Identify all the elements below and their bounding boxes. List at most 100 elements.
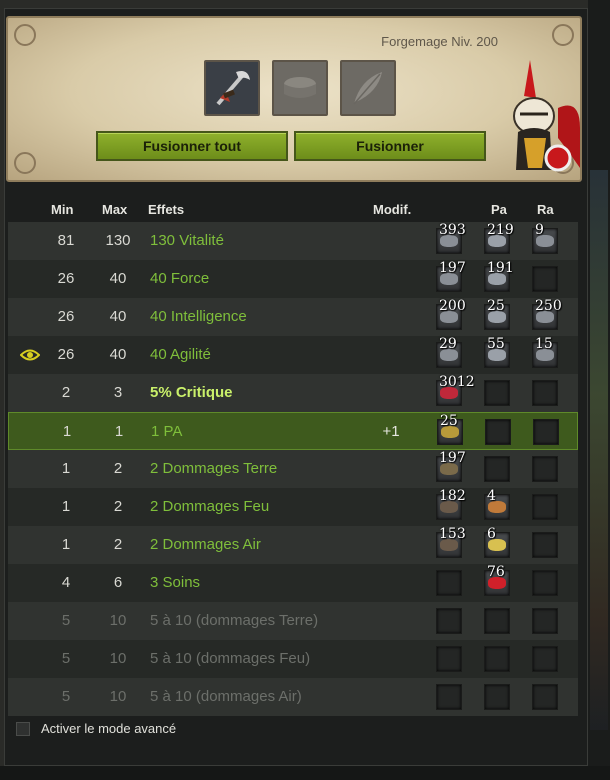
rune-slot-ra[interactable] bbox=[532, 570, 558, 596]
row-effect: 5 à 10 (dommages Feu) bbox=[150, 650, 311, 667]
feather-icon bbox=[353, 72, 382, 105]
table-row[interactable]: 1 1 1 PA +1 25 bbox=[8, 412, 578, 450]
row-effect: 40 Force bbox=[150, 270, 210, 287]
rune-slot-ra[interactable] bbox=[533, 419, 559, 445]
rune-slot-base[interactable]: 29 bbox=[436, 336, 462, 368]
header-modif: Modif. bbox=[373, 202, 412, 217]
rune-slot-pa[interactable] bbox=[485, 419, 511, 445]
row-effect: 2 Dommages Air bbox=[150, 536, 261, 553]
table-row[interactable]: 26 40 40 Force 197 191 bbox=[8, 260, 578, 298]
rune-slot-base[interactable]: 3012 bbox=[436, 374, 475, 406]
row-modif bbox=[380, 298, 400, 336]
row-min: 81 bbox=[57, 232, 75, 249]
rune-slot-pa[interactable]: 25 bbox=[484, 298, 510, 330]
row-effect: 130 Vitalité bbox=[150, 232, 224, 249]
row-modif bbox=[380, 526, 400, 564]
row-modif bbox=[380, 564, 400, 602]
rune-slot-pa[interactable]: 219 bbox=[484, 222, 514, 254]
table-row[interactable]: 26 40 40 Agilité 29 55 15 bbox=[8, 336, 578, 374]
rune-count: 25 bbox=[487, 298, 505, 314]
rune-count: 182 bbox=[439, 488, 466, 504]
rune-slot-base[interactable]: 182 bbox=[436, 488, 466, 520]
rune-slot-pa[interactable] bbox=[484, 456, 510, 482]
row-min: 4 bbox=[61, 574, 71, 591]
rune-count: 191 bbox=[487, 260, 514, 276]
table-row[interactable]: 81 130 130 Vitalité 393 219 9 bbox=[8, 222, 578, 260]
row-min: 26 bbox=[57, 346, 75, 363]
item-slot-weapon[interactable] bbox=[204, 60, 260, 116]
table-row[interactable]: 5 10 5 à 10 (dommages Feu) bbox=[8, 640, 578, 678]
row-max: 40 bbox=[109, 308, 127, 325]
rune-slot-pa[interactable]: 4 bbox=[484, 488, 510, 520]
rune-slot-ra[interactable] bbox=[532, 266, 558, 292]
footer: Activer le mode avancé bbox=[8, 716, 578, 744]
row-min: 5 bbox=[61, 688, 71, 705]
row-effect: 3 Soins bbox=[150, 574, 201, 591]
rune-slot-base[interactable] bbox=[436, 570, 462, 596]
rune-slot-pa[interactable]: 76 bbox=[484, 564, 510, 596]
row-max: 2 bbox=[113, 460, 123, 477]
table-row[interactable]: 1 2 2 Dommages Feu 182 4 bbox=[8, 488, 578, 526]
row-modif bbox=[380, 336, 400, 374]
rune-slot-base[interactable]: 393 bbox=[436, 222, 466, 254]
rune-slot-ra[interactable]: 9 bbox=[532, 222, 558, 254]
rune-slot-pa[interactable] bbox=[484, 380, 510, 406]
row-max: 2 bbox=[113, 498, 123, 515]
row-max: 130 bbox=[105, 232, 131, 249]
rune-slot-ra[interactable] bbox=[532, 494, 558, 520]
rune-slot-ra[interactable] bbox=[532, 456, 558, 482]
table-row[interactable]: 2 3 5% Critique 3012 bbox=[8, 374, 578, 412]
rune-slot-ra[interactable]: 250 bbox=[532, 298, 562, 330]
item-slot-feather[interactable] bbox=[340, 60, 396, 116]
rune-slot-base[interactable] bbox=[436, 608, 462, 634]
table-row[interactable]: 5 10 5 à 10 (dommages Terre) bbox=[8, 602, 578, 640]
rune-slot-ra[interactable]: 15 bbox=[532, 336, 558, 368]
advanced-mode-checkbox[interactable] bbox=[16, 722, 30, 736]
rune-slot-ra[interactable] bbox=[532, 684, 558, 710]
rune-slot-pa[interactable]: 191 bbox=[484, 260, 514, 292]
rune-slot-base[interactable] bbox=[436, 646, 462, 672]
rune-slot-base[interactable] bbox=[436, 684, 462, 710]
rune-slot-pa[interactable] bbox=[484, 608, 510, 634]
row-max: 10 bbox=[109, 612, 127, 629]
rune-slot-pa[interactable] bbox=[484, 684, 510, 710]
row-modif bbox=[380, 260, 400, 298]
rune-slot-pa[interactable]: 55 bbox=[484, 336, 510, 368]
forge-header: Forgemage Niv. 200 Fusionner tout Fusion… bbox=[6, 16, 582, 182]
row-effect: 5 à 10 (dommages Terre) bbox=[150, 612, 319, 629]
eye-icon[interactable] bbox=[20, 348, 40, 362]
rune-slot-ra[interactable] bbox=[532, 380, 558, 406]
rune-slot-ra[interactable] bbox=[532, 646, 558, 672]
row-max: 3 bbox=[113, 384, 123, 401]
character-avatar bbox=[513, 60, 580, 172]
header-effects: Effets bbox=[148, 202, 185, 217]
row-min: 1 bbox=[61, 460, 71, 477]
rune-slot-base[interactable]: 153 bbox=[436, 526, 466, 558]
rune-count: 9 bbox=[535, 222, 544, 238]
rune-slot-pa[interactable]: 6 bbox=[484, 526, 510, 558]
row-modif bbox=[380, 678, 400, 716]
table-row[interactable]: 26 40 40 Intelligence 200 25 250 bbox=[8, 298, 578, 336]
table-row[interactable]: 4 6 3 Soins 76 bbox=[8, 564, 578, 602]
rune-slot-base[interactable]: 25 bbox=[437, 413, 463, 445]
rune-slot-ra[interactable] bbox=[532, 608, 558, 634]
row-min: 1 bbox=[61, 536, 71, 553]
row-modif bbox=[380, 640, 400, 678]
rune-slot-base[interactable]: 197 bbox=[436, 260, 466, 292]
table-row[interactable]: 1 2 2 Dommages Air 153 6 bbox=[8, 526, 578, 564]
rune-count: 197 bbox=[439, 450, 466, 466]
row-min: 1 bbox=[61, 498, 71, 515]
fuse-all-button[interactable]: Fusionner tout bbox=[96, 131, 288, 161]
rune-count: 197 bbox=[439, 260, 466, 276]
background-scenery bbox=[588, 0, 610, 780]
row-max: 6 bbox=[113, 574, 123, 591]
fuse-button[interactable]: Fusionner bbox=[294, 131, 486, 161]
rune-slot-base[interactable]: 200 bbox=[436, 298, 466, 330]
table-row[interactable]: 5 10 5 à 10 (dommages Air) bbox=[8, 678, 578, 716]
rune-slot-pa[interactable] bbox=[484, 646, 510, 672]
rune-slot-base[interactable]: 197 bbox=[436, 450, 466, 482]
table-row[interactable]: 1 2 2 Dommages Terre 197 bbox=[8, 450, 578, 488]
item-slot-stone[interactable] bbox=[272, 60, 328, 116]
rune-slot-ra[interactable] bbox=[532, 532, 558, 558]
row-effect: 40 Agilité bbox=[150, 346, 211, 363]
